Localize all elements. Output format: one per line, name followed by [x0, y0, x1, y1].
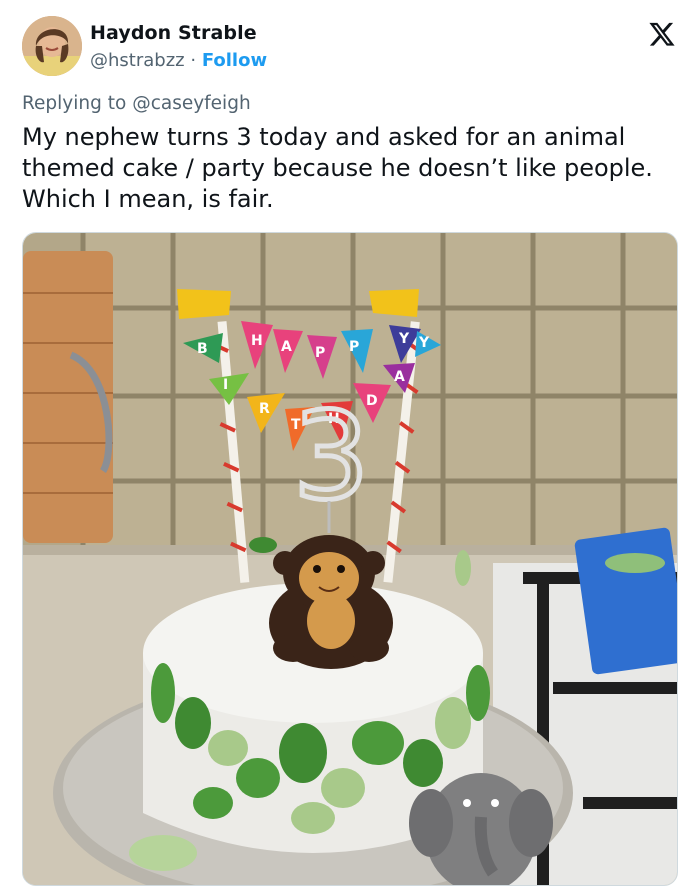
cake-photo-image: B I R T H D A Y H A P P Y 3 — [23, 233, 677, 885]
reply-mention-link[interactable]: @caseyfeigh — [132, 93, 250, 114]
tweet-text: My nephew turns 3 today and asked for an… — [22, 123, 653, 213]
banner-letter-h: H — [251, 333, 263, 349]
author-handle-line: @hstrabzz · Follow — [90, 50, 267, 71]
tweet-photo[interactable]: B I R T H D A Y H A P P Y 3 — [22, 232, 678, 886]
number-three-topper: 3 — [293, 388, 369, 527]
reply-context: Replying to @caseyfeigh — [22, 93, 251, 114]
x-logo-icon[interactable] — [648, 20, 676, 48]
banner-letter-y-2: Y — [418, 335, 430, 351]
handle-separator: · — [190, 50, 197, 71]
follow-button[interactable]: Follow — [202, 50, 267, 71]
avatar-image — [22, 16, 82, 76]
tweet-header: Haydon Strable @hstrabzz · Follow — [22, 16, 678, 78]
banner-letter-i: I — [223, 377, 228, 393]
monkey-figure — [269, 535, 393, 669]
banner-letter-a-2: A — [394, 369, 405, 385]
banner-letter-p: P — [315, 345, 325, 361]
banner-letter-a: A — [281, 339, 292, 355]
banner-letter-p-2: P — [349, 339, 359, 355]
author-handle[interactable]: @hstrabzz — [90, 50, 185, 71]
author-name[interactable]: Haydon Strable — [90, 22, 257, 44]
banner-letter-b: B — [197, 341, 208, 357]
author-avatar[interactable] — [22, 16, 82, 76]
banner-letter-r: R — [259, 401, 270, 417]
banner-letter-y: Y — [398, 331, 410, 347]
reply-prefix: Replying to — [22, 93, 133, 114]
